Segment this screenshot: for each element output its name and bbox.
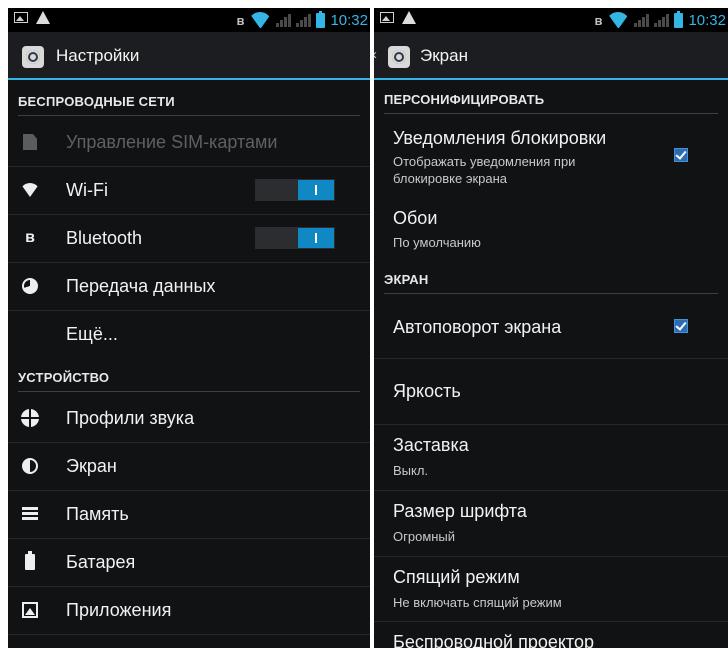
setting-summary: Выкл. xyxy=(393,463,429,478)
menu-item-more[interactable]: Ещё... xyxy=(8,310,370,358)
menu-item-memory[interactable]: Память xyxy=(8,490,370,539)
status-time: 10:32 xyxy=(688,11,726,29)
data-usage-icon xyxy=(22,278,38,294)
setting-summary-line1: Отображать уведомления при xyxy=(393,154,576,169)
battery-icon xyxy=(25,551,35,570)
signal-sim2-icon xyxy=(654,13,670,27)
bluetooth-toggle[interactable] xyxy=(255,227,335,249)
settings-screen: ʙ 10:32 Настройки БЕСПРОВОДНЫЕ СЕТИ Упра… xyxy=(8,8,370,648)
signal-sim1-icon xyxy=(634,13,650,27)
setting-brightness[interactable]: Яркость xyxy=(374,359,728,425)
setting-autorotate[interactable]: Автоповорот экрана xyxy=(374,296,728,359)
autorotate-checkbox[interactable] xyxy=(674,319,688,333)
action-bar: Настройки xyxy=(8,32,370,80)
setting-title: Уведомления блокировки xyxy=(393,128,607,148)
battery-status-icon xyxy=(316,10,326,28)
toggle-on-thumb xyxy=(298,228,334,248)
menu-item-wifi[interactable]: Wi-Fi xyxy=(8,166,370,215)
status-bar: ʙ 10:32 xyxy=(8,8,370,32)
sim-card-icon xyxy=(23,134,37,150)
section-header-device: УСТРОЙСТВО xyxy=(18,370,360,392)
section-header-screen: ЭКРАН xyxy=(384,272,718,294)
settings-gear-icon[interactable] xyxy=(22,46,44,68)
menu-item-label: Wi-Fi xyxy=(66,180,108,200)
signal-sim2-icon xyxy=(296,13,312,27)
page-title: Экран xyxy=(420,46,468,65)
menu-item-apps[interactable]: Приложения xyxy=(8,586,370,635)
menu-item-label: Батарея xyxy=(66,552,136,572)
setting-daydream[interactable]: Заставка Выкл. xyxy=(374,425,728,491)
setting-summary: Не включать спящий режим xyxy=(393,595,562,610)
setting-summary: Огромный xyxy=(393,529,456,544)
menu-item-sim-management: Управление SIM-картами xyxy=(8,118,370,167)
status-bar: ʙ 10:32 xyxy=(374,8,728,32)
setting-wallpaper[interactable]: Обои По умолчанию xyxy=(374,194,728,258)
wifi-toggle[interactable] xyxy=(255,179,335,201)
lock-notifications-checkbox[interactable] xyxy=(674,148,688,162)
bluetooth-icon: ʙ xyxy=(25,229,35,246)
menu-item-label: Память xyxy=(66,504,129,524)
screenshot-notification-icon xyxy=(380,12,394,23)
setting-wireless-display[interactable]: Беспроводной проектор xyxy=(374,622,728,648)
setting-title: Обои xyxy=(393,208,438,228)
sound-profile-icon xyxy=(21,409,39,427)
menu-item-label: Управление SIM-картами xyxy=(66,132,278,152)
bluetooth-status-icon: ʙ xyxy=(236,12,245,28)
section-header-wireless: БЕСПРОВОДНЫЕ СЕТИ xyxy=(18,94,360,116)
storage-icon xyxy=(22,507,38,521)
brightness-icon xyxy=(22,458,38,474)
setting-sleep[interactable]: Спящий режим Не включать спящий режим xyxy=(374,557,728,622)
menu-item-label: Bluetooth xyxy=(66,228,143,248)
apps-icon xyxy=(22,602,38,618)
menu-item-battery[interactable]: Батарея xyxy=(8,538,370,587)
battery-status-icon xyxy=(674,10,684,28)
setting-lock-notifications[interactable]: Уведомления блокировки Отображать уведом… xyxy=(374,116,728,194)
menu-item-label: Профили звука xyxy=(66,408,195,428)
menu-item-label: Ещё... xyxy=(66,324,118,344)
settings-gear-icon[interactable] xyxy=(388,46,410,68)
setting-title: Беспроводной проектор xyxy=(393,632,594,648)
section-header-personalize: ПЕРСОНИФИЦИРОВАТЬ xyxy=(384,92,718,114)
action-bar[interactable]: ‹ Экран xyxy=(374,32,728,80)
setting-title: Размер шрифта xyxy=(393,501,527,521)
toggle-on-thumb xyxy=(298,180,334,200)
menu-item-data-usage[interactable]: Передача данных xyxy=(8,262,370,311)
menu-item-sound-profiles[interactable]: Профили звука xyxy=(8,394,370,443)
wifi-status-icon xyxy=(607,12,629,28)
status-time: 10:32 xyxy=(330,11,368,29)
menu-item-label: Приложения xyxy=(66,600,172,620)
menu-item-screen[interactable]: Экран xyxy=(8,442,370,491)
setting-summary: По умолчанию xyxy=(393,235,481,250)
menu-item-label: Передача данных xyxy=(66,276,216,296)
display-settings-screen: ʙ 10:32 ‹ Экран ПЕРСОНИФИЦИРОВАТЬ Уведом… xyxy=(374,8,728,648)
bluetooth-status-icon: ʙ xyxy=(594,12,603,28)
setting-title: Спящий режим xyxy=(393,567,520,587)
back-caret-icon[interactable]: ‹ xyxy=(374,46,377,63)
warning-icon xyxy=(36,11,50,24)
setting-summary-line2: блокировке экрана xyxy=(393,171,508,186)
screenshot-notification-icon xyxy=(14,12,28,23)
setting-title: Яркость xyxy=(393,381,461,401)
wifi-icon xyxy=(21,183,39,197)
setting-font-size[interactable]: Размер шрифта Огромный xyxy=(374,491,728,557)
menu-item-bluetooth[interactable]: ʙ Bluetooth xyxy=(8,214,370,263)
signal-sim1-icon xyxy=(276,13,292,27)
page-title: Настройки xyxy=(56,46,140,65)
menu-item-label: Экран xyxy=(66,456,117,476)
warning-icon xyxy=(402,11,416,24)
setting-title: Заставка xyxy=(393,435,469,455)
setting-title: Автоповорот экрана xyxy=(393,317,562,337)
wifi-status-icon xyxy=(249,12,271,28)
